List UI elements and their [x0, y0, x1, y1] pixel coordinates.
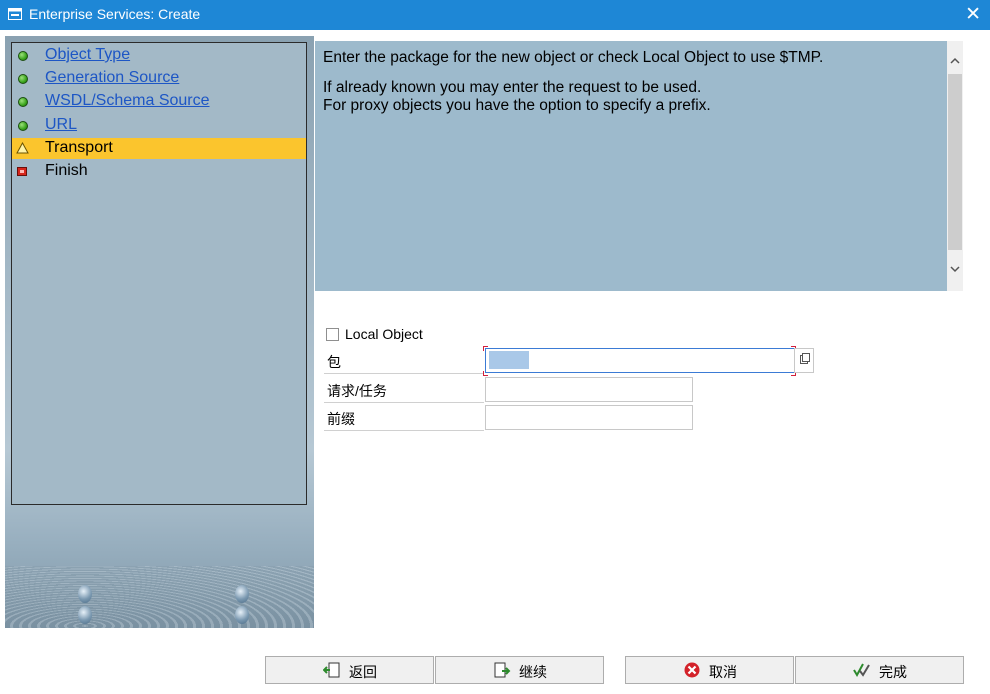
- water-drop-decoration: [78, 585, 92, 603]
- step-label[interactable]: Object Type: [45, 46, 130, 64]
- cancel-icon: [684, 662, 700, 678]
- green-status-icon: [18, 51, 28, 61]
- back-label: 返回: [349, 664, 377, 680]
- step-transport[interactable]: Transport: [12, 138, 306, 159]
- package-label: 包: [324, 348, 484, 374]
- sidebar-decoration: [5, 566, 314, 628]
- double-check-icon: [853, 663, 870, 678]
- window-title: Enterprise Services: Create: [29, 6, 201, 22]
- continue-arrow-icon: [494, 662, 511, 678]
- instruction-text: If already known you may enter the reque…: [323, 79, 702, 96]
- request-row: 请求/任务: [324, 377, 814, 403]
- green-status-icon: [18, 74, 28, 84]
- focus-corner: [483, 346, 488, 351]
- water-drop-decoration: [235, 606, 249, 624]
- step-object-type[interactable]: Object Type: [12, 45, 306, 66]
- green-status-icon: [18, 121, 28, 131]
- continue-label: 继续: [519, 664, 547, 680]
- step-wsdl-schema-source[interactable]: WSDL/Schema Source: [12, 91, 306, 112]
- wizard-step-list: Object Type Generation Source WSDL/Schem…: [11, 42, 307, 505]
- local-object-row[interactable]: Local Object: [326, 326, 526, 344]
- app-window-icon: [8, 8, 22, 20]
- scroll-down-icon[interactable]: [949, 263, 961, 275]
- instruction-text: For proxy objects you have the option to…: [323, 97, 711, 114]
- package-row: 包: [324, 346, 814, 376]
- warning-triangle-icon: [16, 142, 29, 154]
- complete-label: 完成: [879, 664, 907, 680]
- step-label[interactable]: WSDL/Schema Source: [45, 92, 210, 110]
- request-label: 请求/任务: [324, 377, 484, 403]
- step-label[interactable]: URL: [45, 116, 77, 134]
- prefix-input[interactable]: [485, 405, 693, 430]
- instruction-text: Enter the package for the new object or …: [323, 49, 824, 66]
- scrollbar-thumb[interactable]: [948, 74, 962, 250]
- scroll-up-icon[interactable]: [949, 55, 961, 67]
- back-arrow-icon: [323, 662, 340, 678]
- step-finish[interactable]: Finish: [12, 161, 306, 182]
- step-generation-source[interactable]: Generation Source: [12, 68, 306, 89]
- prefix-label: 前缀: [324, 405, 484, 431]
- package-input[interactable]: [485, 348, 795, 373]
- continue-button[interactable]: 继续: [435, 656, 604, 684]
- complete-button[interactable]: 完成: [795, 656, 964, 684]
- request-input[interactable]: [485, 377, 693, 402]
- red-error-icon: [17, 167, 27, 176]
- window-titlebar: Enterprise Services: Create ✕: [0, 0, 990, 30]
- local-object-label: Local Object: [345, 326, 423, 342]
- step-label[interactable]: Generation Source: [45, 69, 179, 87]
- value-help-button[interactable]: [794, 348, 814, 373]
- focus-corner: [483, 371, 488, 376]
- prefix-row: 前缀: [324, 405, 814, 431]
- cancel-label: 取消: [709, 664, 737, 680]
- step-label: Finish: [45, 162, 88, 179]
- step-label: Transport: [45, 139, 113, 156]
- water-drop-decoration: [235, 585, 249, 603]
- step-url[interactable]: URL: [12, 115, 306, 136]
- instructions-scrollbar[interactable]: [947, 41, 963, 291]
- green-status-icon: [18, 97, 28, 107]
- instructions-panel: Enter the package for the new object or …: [315, 41, 947, 291]
- close-icon[interactable]: ✕: [965, 4, 981, 26]
- cancel-button[interactable]: 取消: [625, 656, 794, 684]
- water-drop-decoration: [78, 606, 92, 624]
- local-object-checkbox[interactable]: [326, 328, 339, 341]
- back-button[interactable]: 返回: [265, 656, 434, 684]
